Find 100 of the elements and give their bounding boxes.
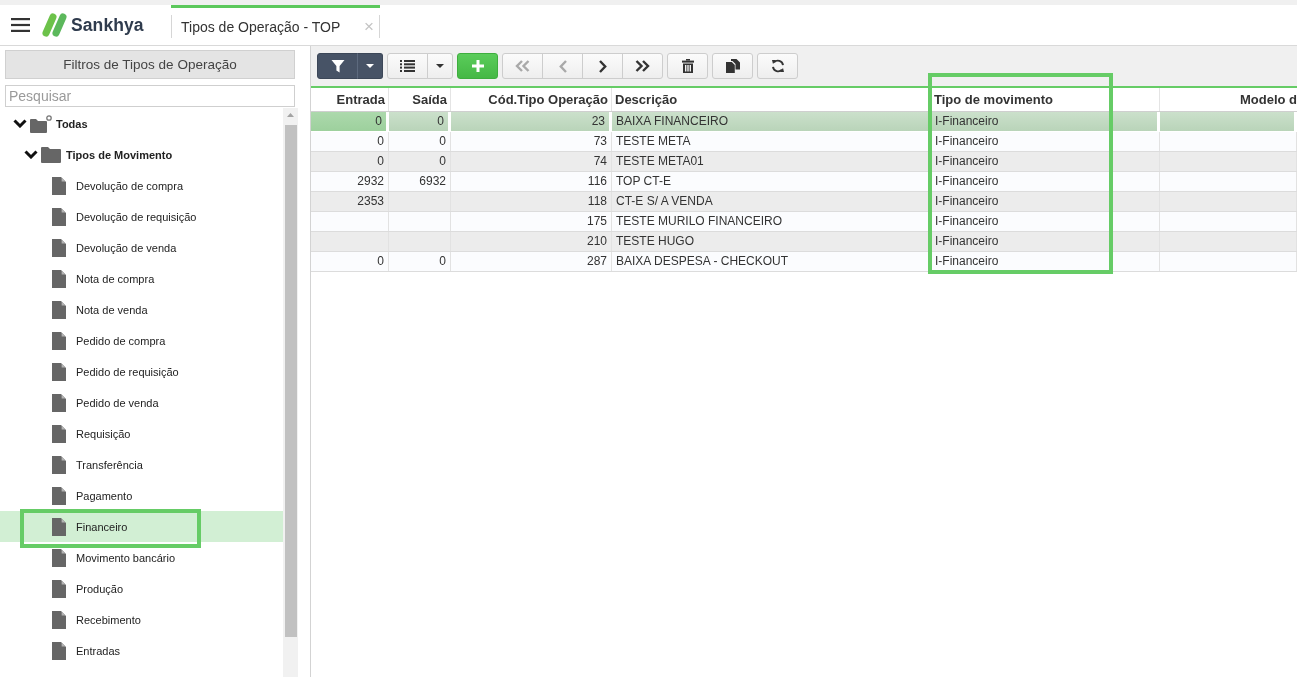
tree-item[interactable]: Todas [0,108,283,139]
trash-icon [681,59,694,73]
delete-button[interactable] [667,53,708,79]
copy-button[interactable] [712,53,753,79]
table-row[interactable]: 0 0 287 BAIXA DESPESA - CHECKOUT I-Financeiro [311,252,1297,272]
file-icon [52,548,66,567]
folder-icon [30,114,52,133]
column-header[interactable]: Saída [389,88,451,111]
table-row[interactable]: 2932 6932 116 TOP CT-E I-Financeiro [311,172,1297,192]
table-cell: 0 [311,132,389,151]
table-cell: CT-E S/ A VENDA [612,192,931,211]
table-row[interactable]: 2353 118 CT-E S/ A VENDA I-Financeiro [311,192,1297,212]
refresh-button[interactable] [757,53,798,79]
file-icon [52,579,66,598]
file-icon [52,300,66,319]
tree-item[interactable]: Devolução de venda [0,232,283,263]
table-row[interactable]: 0 0 23 BAIXA FINANCEIRO I-Financeiro [311,112,1297,132]
filter-icon [330,59,345,73]
scrollbar-thumb[interactable] [285,125,297,637]
refresh-icon [770,59,785,73]
file-icon [52,362,66,381]
table-cell: 118 [451,192,612,211]
caret-icon [366,64,374,68]
menu-icon[interactable] [11,18,30,32]
scrollbar[interactable] [283,108,298,677]
table-cell: TESTE META01 [612,152,931,171]
tree-item[interactable]: Requisição [0,418,283,449]
tree-item[interactable]: Nota de compra [0,263,283,294]
table-cell: 0 [389,112,451,131]
file-icon [52,393,66,412]
tree-item[interactable]: Pagamento [0,480,283,511]
filter-button[interactable] [317,53,358,79]
tree-item[interactable]: Devolução de compra [0,170,283,201]
column-header[interactable]: Modelo d [1160,88,1297,111]
table-cell: I-Financeiro [931,152,1160,171]
tree-item[interactable]: Pedido de compra [0,325,283,356]
tree-item[interactable]: Pedido de requisição [0,356,283,387]
table-row[interactable]: 0 0 74 TESTE META01 I-Financeiro [311,152,1297,172]
file-icon [52,207,66,226]
column-header[interactable]: Tipo de movimento [931,88,1160,111]
folder-icon [41,146,61,163]
tree-item[interactable]: Financeiro [0,511,283,542]
copy-icon [725,59,740,73]
table-cell: TESTE HUGO [612,232,931,251]
last-page-button[interactable] [622,53,663,79]
file-icon [52,269,66,288]
file-icon [52,424,66,443]
table-cell: 6932 [389,172,451,191]
table-cell: 0 [389,252,451,271]
table-cell: I-Financeiro [931,252,1160,271]
file-icon [52,331,66,350]
table-cell: 175 [451,212,612,231]
table-cell: 210 [451,232,612,251]
table-cell: 2932 [311,172,389,191]
dropdown-button[interactable] [357,53,383,79]
table-row[interactable]: 175 TESTE MURILO FINANCEIRO I-Financeiro [311,212,1297,232]
table-cell: 287 [451,252,612,271]
table-cell: 74 [451,152,612,171]
chevron-right-icon [598,59,607,73]
file-icon [52,455,66,474]
tree-item[interactable]: Recebimento [0,604,283,635]
table-row[interactable]: 0 0 73 TESTE META I-Financeiro [311,132,1297,152]
table-cell: 0 [311,152,389,171]
table-cell: I-Financeiro [931,212,1160,231]
search-field[interactable]: Pesquisar [5,85,295,107]
logo-icon [40,13,68,37]
tree-item[interactable]: Tipos de Movimento [0,139,283,170]
table-cell: BAIXA FINANCEIRO [612,112,931,131]
tree-item[interactable]: Pedido de venda [0,387,283,418]
chevron-left-icon [558,59,567,73]
tree-item[interactable]: Movimento bancário [0,542,283,573]
column-header[interactable]: Cód.Tipo Operação [451,88,612,111]
table-cell: 0 [311,252,389,271]
table-cell: 73 [451,132,612,151]
add-button[interactable] [457,53,498,79]
table-cell: 23 [451,112,612,131]
logo-text: Sankhya [71,14,144,36]
tree-item[interactable]: Nota de venda [0,294,283,325]
tree-item[interactable]: Produção [0,573,283,604]
table-cell: I-Financeiro [931,172,1160,191]
column-header[interactable]: Descrição [612,88,931,111]
column-header[interactable]: Entrada [311,88,389,111]
list-view-button[interactable] [387,53,428,79]
tree-item[interactable]: Entradas [0,635,283,666]
double-chevron-right-icon [635,60,650,72]
file-icon [52,486,66,505]
chevron-down-icon[interactable] [24,150,38,159]
tree-item[interactable]: Devolução de requisição [0,201,283,232]
file-icon [52,641,66,660]
file-icon [52,610,66,629]
file-icon [52,176,66,195]
next-button[interactable] [582,53,623,79]
plus-icon [471,60,484,72]
tree-item[interactable]: Transferência [0,449,283,480]
table-cell: 116 [451,172,612,191]
table-cell: 2353 [311,192,389,211]
double-chevron-left-icon [515,60,530,72]
table-cell: I-Financeiro [931,232,1160,251]
chevron-down-icon[interactable] [13,119,27,128]
table-row[interactable]: 210 TESTE HUGO I-Financeiro [311,232,1297,252]
